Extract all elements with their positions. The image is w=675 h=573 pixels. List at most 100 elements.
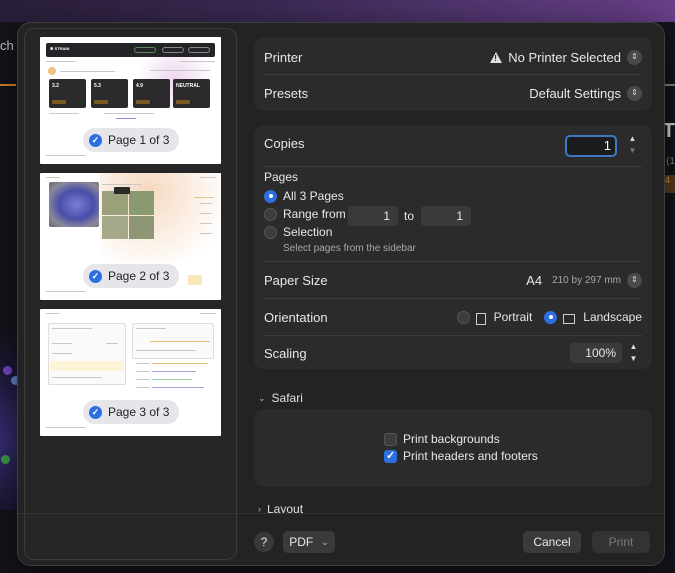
pages-selection-radio[interactable] [264, 225, 277, 239]
thumbnail-header-button [162, 47, 184, 53]
scaling-increment-button[interactable]: ▲ [627, 341, 640, 351]
thumbnail-stat-card: 5.3 [91, 79, 128, 108]
thumbnail-stat-chip [94, 100, 108, 104]
background-app-topbar [0, 0, 675, 22]
thumbnail-stat-chip [136, 100, 150, 104]
print-backgrounds-option[interactable]: Print backgrounds [384, 432, 500, 446]
page-thumbnail-2[interactable]: ✓ Page 2 of 3 [40, 173, 221, 300]
page-thumbnail-sidebar[interactable]: ✱ STRAIN 3.2 5.3 4.9 NEUTRAL ✓ Page 1 of… [24, 28, 237, 560]
pages-range-label: Range from [283, 207, 346, 221]
thumbnail-text-line [46, 427, 86, 428]
checkmark-icon: ✓ [89, 269, 102, 283]
safari-options-group [254, 409, 652, 487]
thumbnail-text-line [136, 371, 150, 372]
thumbnail-text-line [52, 353, 72, 354]
thumbnail-panel [48, 323, 126, 385]
chevron-updown-icon: ⇕ [627, 85, 642, 101]
pdf-menu-button[interactable]: PDF ⌄ [283, 531, 335, 553]
footer-divider [18, 513, 664, 514]
printer-label: Printer [264, 49, 303, 65]
thumbnail-bar [152, 379, 192, 380]
thumbnail-text-line [46, 61, 76, 62]
print-button[interactable]: Print [592, 531, 650, 553]
thumbnail-text-line [46, 313, 60, 314]
thumbnail-stat-card: 3.2 [49, 79, 86, 108]
thumbnail-text-line [136, 387, 150, 388]
page-label-pill: ✓ Page 1 of 3 [83, 128, 179, 152]
pages-all-option[interactable]: All 3 Pages [264, 189, 344, 203]
layout-section-title: Layout [267, 505, 304, 513]
range-to-label: to [404, 209, 415, 223]
background-text-right-gray: (1 [666, 156, 675, 167]
printer-value: No Printer Selected [508, 49, 621, 65]
page-label: Page 1 of 3 [108, 133, 170, 147]
pdf-label: PDF [289, 535, 314, 549]
printer-row[interactable]: Printer ! No Printer Selected ⇕ [254, 39, 652, 75]
background-graph-node [1, 455, 10, 464]
paper-size-row[interactable]: Paper Size A4 210 by 297 mm ⇕ [254, 262, 652, 298]
copies-increment-button[interactable]: ▲ [626, 133, 639, 143]
layout-section-toggle[interactable]: › Layout [258, 505, 303, 513]
thumbnail-stat-value: 3.2 [52, 83, 59, 89]
warning-icon: ! [490, 51, 503, 63]
thumbnail-underline [116, 118, 136, 119]
portrait-radio[interactable] [456, 310, 470, 324]
thumbnail-stat-card: 4.9 [133, 79, 170, 108]
pages-range-radio[interactable] [264, 207, 277, 221]
chevron-right-icon: › [258, 505, 261, 513]
background-graph-node [3, 366, 12, 375]
print-headers-checkbox[interactable] [384, 449, 397, 463]
thumbnail-text-line [102, 184, 142, 185]
page-thumbnail-3[interactable]: ✓ Page 3 of 3 [40, 309, 221, 436]
background-chip-right: 4 [665, 175, 675, 193]
presets-row[interactable]: Presets Default Settings ⇕ [254, 75, 652, 111]
thumbnail-text-line [60, 71, 115, 72]
thumbnail-text-line [200, 203, 212, 204]
printer-popup[interactable]: ! No Printer Selected ⇕ [490, 49, 642, 65]
safari-section-toggle[interactable]: ⌄ Safari [258, 391, 303, 405]
thumbnail-header: ✱ STRAIN [46, 43, 215, 57]
pages-range-option[interactable]: Range from [264, 207, 346, 221]
thumbnail-tag [114, 187, 130, 194]
thumbnail-stat-card: NEUTRAL [173, 79, 210, 108]
page-thumbnail-1[interactable]: ✱ STRAIN 3.2 5.3 4.9 NEUTRAL ✓ Page 1 of… [40, 37, 221, 164]
paper-size-label: Paper Size [264, 272, 328, 288]
landscape-radio[interactable] [544, 310, 558, 324]
print-settings-group: Copies 1 ▲ ▼ Pages All 3 Pages Range fro… [254, 125, 652, 369]
chevron-down-icon: ⌄ [321, 536, 329, 547]
range-end-field[interactable]: 1 [421, 206, 471, 226]
range-start-field[interactable]: 1 [348, 206, 398, 226]
printer-presets-group: Printer ! No Printer Selected ⇕ Presets … [254, 37, 652, 111]
paper-size-popup[interactable]: A4 210 by 297 mm ⇕ [526, 272, 642, 288]
thumbnail-text-line [180, 61, 215, 62]
scaling-field[interactable]: 100% [570, 343, 622, 363]
thumbnail-brain-image [49, 182, 99, 227]
copies-input[interactable]: 1 [565, 135, 617, 157]
copies-decrement-button[interactable]: ▼ [626, 145, 639, 155]
print-backgrounds-label: Print backgrounds [403, 432, 500, 446]
print-headers-label: Print headers and footers [403, 449, 538, 463]
scaling-decrement-button[interactable]: ▼ [627, 353, 640, 363]
print-backgrounds-checkbox[interactable] [384, 432, 397, 446]
orientation-row: Orientation Portrait Landscape [254, 299, 652, 335]
thumbnail-text-line [200, 177, 216, 178]
thumbnail-text-line [49, 113, 79, 114]
thumbnail-text-line [46, 177, 60, 178]
thumbnail-text-line [136, 350, 196, 351]
print-headers-option[interactable]: Print headers and footers [384, 449, 538, 463]
thumbnail-side-line [194, 197, 214, 198]
checkmark-icon: ✓ [89, 405, 102, 419]
presets-popup[interactable]: Default Settings ⇕ [529, 85, 642, 101]
chevron-down-icon: ⌄ [258, 392, 266, 403]
cancel-button[interactable]: Cancel [523, 531, 581, 553]
pages-all-radio[interactable] [264, 189, 277, 203]
pages-selection-option[interactable]: Selection [264, 225, 332, 239]
landscape-icon [563, 314, 576, 324]
thumbnail-avatar [48, 67, 56, 75]
page-label-pill: ✓ Page 2 of 3 [83, 264, 179, 288]
checkmark-icon: ✓ [89, 133, 102, 147]
thumbnail-text-line [136, 379, 150, 380]
help-button[interactable]: ? [254, 532, 274, 552]
thumbnail-text-line [136, 328, 166, 329]
print-dialog: ✱ STRAIN 3.2 5.3 4.9 NEUTRAL ✓ Page 1 of… [17, 22, 665, 566]
